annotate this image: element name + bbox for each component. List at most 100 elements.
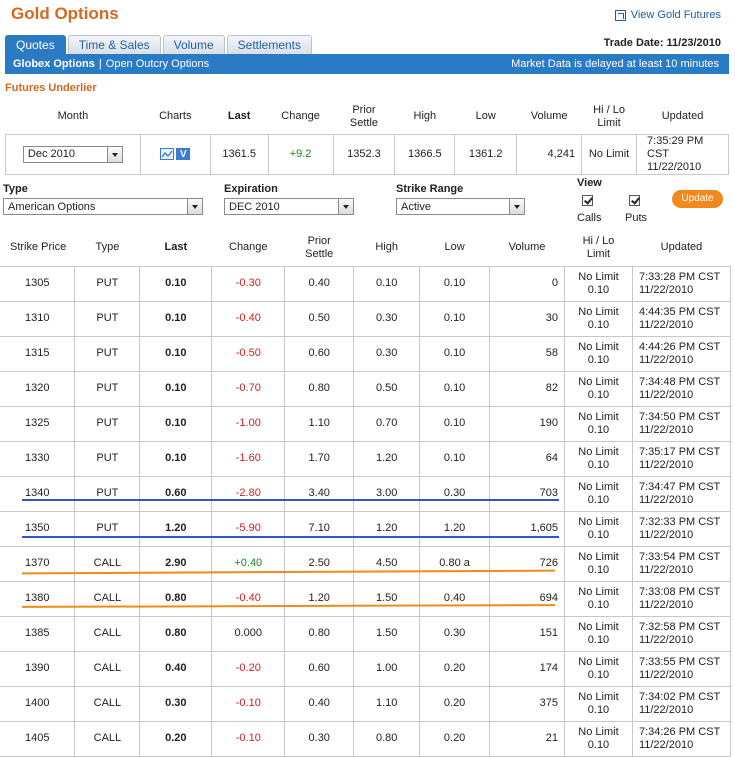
cell-volume: 64 [489, 440, 565, 477]
cell-updated-date: 11/22/2010 [638, 703, 694, 716]
cell-last: 2.90 [139, 545, 213, 582]
cell-prior-settle: 1.20 [284, 580, 355, 617]
cell-change: -0.30 [211, 265, 286, 302]
fut-header-volume: Volume [530, 110, 568, 123]
cell-updated: 4:44:35 PM CST 11/22/2010 [631, 300, 732, 337]
line-chart-icon[interactable] [160, 148, 175, 161]
expiration-label: Expiration [224, 183, 278, 195]
fut-updated-date: 11/22/2010 [647, 160, 702, 173]
chevron-down-icon[interactable] [338, 199, 353, 214]
cell-updated-time: 7:33:54 PM CST [638, 550, 721, 563]
expiration-select[interactable]: DEC 2010 [224, 198, 354, 215]
cell-strike[interactable]: 1305 [0, 265, 76, 302]
cell-limit-top: No Limit [578, 445, 619, 458]
cell-updated-time: 7:34:47 PM CST [638, 480, 721, 493]
cell-strike[interactable]: 1310 [0, 300, 76, 337]
opt-header-prior-settle-label: Prior Settle [305, 234, 334, 260]
chevron-down-icon[interactable] [187, 199, 202, 214]
cell-strike[interactable]: 1320 [0, 370, 76, 407]
cell-change: -0.20 [211, 650, 286, 687]
cell-type: CALL [74, 650, 141, 687]
subnav-open-outcry-options[interactable]: Open Outcry Options [106, 58, 209, 70]
cell-change: 0.000 [211, 615, 286, 652]
cell-limit-top: No Limit [578, 480, 619, 493]
cell-updated: 7:34:02 PM CST 11/22/2010 [631, 685, 732, 722]
cell-strike[interactable]: 1400 [0, 685, 76, 722]
puts-checkbox[interactable] [629, 195, 640, 206]
cell-low: 0.20 [419, 650, 491, 687]
cell-strike[interactable]: 1405 [0, 720, 76, 757]
tab-volume[interactable]: Volume [162, 35, 225, 54]
type-select[interactable]: American Options [3, 198, 203, 215]
strike-range-select-value: Active [401, 200, 431, 213]
cell-strike[interactable]: 1350 [0, 510, 76, 547]
chevron-down-icon[interactable] [106, 146, 122, 162]
calls-checkbox[interactable] [582, 195, 593, 206]
cell-limit: No Limit 0.10 [564, 265, 633, 302]
cell-updated-time: 7:35:17 PM CST [638, 445, 721, 458]
fut-header-high: High [413, 110, 437, 123]
futures-table: Month Charts Last Change Prior Settle Hi… [5, 100, 729, 175]
cell-change: -0.70 [211, 370, 286, 407]
cell-high: 1.50 [353, 580, 421, 617]
cell-limit-bottom: 0.10 [587, 423, 610, 436]
fut-updated-time: 7:35:29 PM CST [647, 134, 704, 160]
opt-header-type: Type [95, 241, 120, 254]
cell-limit: No Limit 0.10 [564, 405, 633, 442]
futures-row: Dec 2010 V 1361.5 +9.2 1352.3 1366.5 136… [5, 133, 729, 175]
cell-change: -0.50 [211, 335, 286, 372]
calls-label: Calls [577, 212, 602, 224]
cell-high: 0.10 [353, 265, 421, 302]
view-gold-futures-label[interactable]: View Gold Futures [631, 9, 721, 21]
opt-header-updated: Updated [660, 241, 703, 254]
cell-updated-date: 11/22/2010 [638, 738, 694, 751]
cell-strike[interactable]: 1315 [0, 335, 76, 372]
cell-high: 4.50 [353, 545, 421, 582]
cell-type: PUT [74, 440, 141, 477]
month-select[interactable]: Dec 2010 [22, 145, 123, 163]
cell-last: 1.20 [139, 510, 213, 547]
table-row: 1350 PUT 1.20 -5.90 7.10 1.20 1.20 1,605 No Limi… [0, 510, 732, 547]
cell-limit-bottom: 0.10 [587, 528, 610, 541]
view-gold-futures-link[interactable]: View Gold Futures [614, 9, 721, 21]
fut-last: 1361.5 [209, 133, 269, 175]
cell-strike[interactable]: 1390 [0, 650, 76, 687]
cell-last: 0.30 [139, 685, 213, 722]
strike-range-label: Strike Range [396, 183, 464, 195]
fut-limit: No Limit [581, 133, 638, 175]
cell-strike[interactable]: 1340 [0, 475, 76, 512]
cell-strike[interactable]: 1385 [0, 615, 76, 652]
cell-updated: 4:44:26 PM CST 11/22/2010 [631, 335, 732, 372]
strike-range-select[interactable]: Active [396, 198, 525, 215]
cell-volume: 151 [489, 615, 565, 652]
cell-last: 0.40 [139, 650, 213, 687]
tab-time-and-sales[interactable]: Time & Sales [67, 35, 161, 54]
cell-high: 0.50 [353, 370, 421, 407]
cell-strike[interactable]: 1330 [0, 440, 76, 477]
chevron-down-icon[interactable] [509, 199, 524, 214]
opt-header-limit: Hi / Lo Limit [565, 230, 633, 266]
cell-strike[interactable]: 1380 [0, 580, 76, 617]
cell-updated-date: 11/22/2010 [638, 598, 694, 611]
subnav-globex-options[interactable]: Globex Options [13, 58, 95, 70]
cell-strike[interactable]: 1325 [0, 405, 76, 442]
opt-header-low: Low [444, 241, 465, 254]
expiration-select-value: DEC 2010 [229, 200, 280, 213]
opt-header-volume: Volume [508, 241, 546, 254]
update-button[interactable]: Update [672, 190, 723, 208]
cell-updated-date: 11/22/2010 [638, 668, 694, 681]
cell-high: 1.10 [353, 685, 421, 722]
tab-settlements[interactable]: Settlements [226, 35, 313, 54]
cell-strike[interactable]: 1370 [0, 545, 76, 582]
cell-limit-bottom: 0.10 [587, 353, 610, 366]
cell-type: PUT [74, 335, 141, 372]
cell-change: -2.80 [211, 475, 286, 512]
cell-last: 0.10 [139, 335, 213, 372]
volume-chart-icon[interactable]: V [176, 148, 191, 161]
cell-prior-settle: 0.30 [284, 720, 355, 757]
cell-updated-date: 11/22/2010 [638, 633, 694, 646]
cell-limit: No Limit 0.10 [564, 545, 633, 582]
tab-quotes[interactable]: Quotes [5, 35, 66, 54]
cell-change: -1.00 [211, 405, 286, 442]
cell-prior-settle: 3.40 [284, 475, 355, 512]
